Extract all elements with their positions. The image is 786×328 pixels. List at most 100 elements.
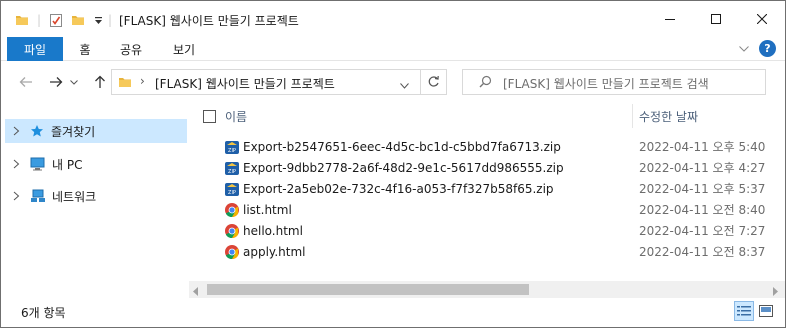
new-folder-icon[interactable] <box>71 11 85 29</box>
pc-icon <box>30 157 45 171</box>
up-button[interactable] <box>89 71 111 93</box>
list-item[interactable]: hello.html 2022-04-11 오전 7:27 <box>189 220 769 241</box>
arrow-up-icon <box>95 75 105 88</box>
large-icons-view-icon <box>759 305 773 317</box>
file-name: list.html <box>243 202 292 217</box>
divider <box>420 70 421 94</box>
scroll-left-arrow[interactable] <box>193 285 199 299</box>
file-list: 이름 수정한 날짜 ZIP Export-b2547651-6eec-4d5c-… <box>189 102 785 298</box>
tab-file[interactable]: 파일 <box>7 37 63 61</box>
help-button[interactable]: ? <box>759 40 776 57</box>
svg-text:ZIP: ZIP <box>228 169 236 175</box>
maximize-button[interactable] <box>693 1 739 37</box>
sidebar-item-this-pc[interactable]: 내 PC <box>5 152 187 176</box>
expand-ribbon-button[interactable] <box>735 37 753 61</box>
sidebar-item-favorites[interactable]: 즐겨찾기 <box>5 119 187 143</box>
back-button[interactable] <box>15 71 37 93</box>
horizontal-scrollbar[interactable] <box>189 281 785 298</box>
chevron-down-icon <box>739 46 749 52</box>
file-date: 2022-04-11 오전 7:27 <box>639 224 766 238</box>
scrollbar-thumb[interactable] <box>207 284 529 295</box>
scroll-right-icon <box>773 287 778 296</box>
file-date: 2022-04-11 오후 4:27 <box>639 161 766 175</box>
zip-icon: ZIP <box>225 161 239 175</box>
title-bar: | | [FLASK] 웹사이트 만들기 프로젝트 <box>1 1 785 37</box>
chrome-icon <box>225 223 239 238</box>
file-name: hello.html <box>243 223 303 238</box>
separator: | <box>37 13 42 27</box>
file-name: Export-2a5eb02e-732c-4f16-a053-f7f327b58… <box>243 181 554 196</box>
close-button[interactable] <box>739 1 785 37</box>
search-icon <box>479 75 492 91</box>
address-bar[interactable]: › [FLASK] 웹사이트 만들기 프로젝트 <box>111 69 447 95</box>
sidebar-item-label: 내 PC <box>52 157 83 172</box>
chevron-down-icon <box>400 83 409 89</box>
folder-icon <box>118 75 132 92</box>
sidebar-item-network[interactable]: 네트워크 <box>5 184 187 208</box>
breadcrumb[interactable]: [FLASK] 웹사이트 만들기 프로젝트 <box>155 75 335 92</box>
sidebar-item-label: 네트워크 <box>52 189 97 204</box>
sidebar-item-label: 즐겨찾기 <box>51 124 96 139</box>
file-name: Export-9dbb2778-2a6f-48d2-9e1c-5617dd986… <box>243 160 564 175</box>
large-icons-view-button[interactable] <box>758 303 774 319</box>
list-item[interactable]: list.html 2022-04-11 오전 8:40 <box>189 199 769 220</box>
scroll-left-icon <box>193 287 198 296</box>
chevron-right-icon[interactable] <box>13 191 20 201</box>
file-date: 2022-04-11 오전 8:37 <box>639 245 766 259</box>
recent-locations-button[interactable] <box>67 71 81 93</box>
list-item[interactable]: apply.html 2022-04-11 오전 8:37 <box>189 241 769 262</box>
search-input[interactable]: [FLASK] 웹사이트 만들기 프로젝트 검색 <box>503 75 709 92</box>
search-box[interactable]: [FLASK] 웹사이트 만들기 프로젝트 검색 <box>462 69 766 95</box>
tab-home[interactable]: 홈 <box>67 37 103 61</box>
item-count: 6개 항목 <box>21 306 66 320</box>
column-header-date[interactable]: 수정한 날짜 <box>639 102 779 130</box>
close-icon <box>757 14 767 24</box>
ribbon: 파일 홈 공유 보기 ? <box>1 37 785 61</box>
refresh-button[interactable] <box>427 75 440 91</box>
tab-view[interactable]: 보기 <box>161 37 207 61</box>
select-all-checkbox[interactable] <box>203 102 216 130</box>
scroll-right-arrow[interactable] <box>772 285 778 299</box>
customize-quick-access-icon[interactable] <box>94 11 103 29</box>
chevron-right-icon[interactable] <box>13 159 20 169</box>
arrow-left-icon <box>19 77 32 87</box>
list-item[interactable]: ZIP Export-b2547651-6eec-4d5c-bc1d-c5bbd… <box>189 136 769 157</box>
arrow-right-icon <box>50 77 63 87</box>
navigation-bar: › [FLASK] 웹사이트 만들기 프로젝트 [FLASK] 웹사이트 만들기… <box>1 61 785 102</box>
maximize-icon <box>711 14 721 24</box>
file-date: 2022-04-11 오전 8:40 <box>639 203 766 217</box>
file-date: 2022-04-11 오후 5:37 <box>639 182 766 196</box>
window-title: [FLASK] 웹사이트 만들기 프로젝트 <box>119 14 299 28</box>
minimize-icon <box>665 19 675 20</box>
tab-share[interactable]: 공유 <box>109 37 153 61</box>
list-item[interactable]: ZIP Export-2a5eb02e-732c-4f16-a053-f7f32… <box>189 178 769 199</box>
refresh-icon <box>428 75 439 87</box>
network-icon <box>31 189 45 202</box>
file-name: apply.html <box>243 244 306 259</box>
column-header-name[interactable]: 이름 <box>225 102 629 130</box>
chrome-icon <box>225 202 239 217</box>
chevron-right-icon[interactable] <box>13 126 20 136</box>
address-history-button[interactable] <box>400 78 409 92</box>
separator: | <box>108 13 113 27</box>
svg-text:ZIP: ZIP <box>228 148 236 154</box>
list-item[interactable]: ZIP Export-9dbb2778-2a6f-48d2-9e1c-5617d… <box>189 157 769 178</box>
zip-icon: ZIP <box>225 182 239 196</box>
svg-text:ZIP: ZIP <box>228 190 236 196</box>
status-bar: 6개 항목 <box>1 298 785 327</box>
breadcrumb-separator[interactable]: › <box>140 74 145 88</box>
forward-button[interactable] <box>45 71 67 93</box>
explorer-window: | | [FLASK] 웹사이트 만들기 프로젝트 파일 홈 공유 보기 ? ›… <box>0 0 786 328</box>
folder-icon <box>15 11 29 29</box>
minimize-button[interactable] <box>647 1 693 37</box>
details-view-button[interactable] <box>734 301 754 321</box>
zip-icon: ZIP <box>225 140 239 154</box>
details-view-icon <box>737 306 751 316</box>
properties-icon[interactable] <box>49 11 63 29</box>
column-divider[interactable] <box>632 104 633 128</box>
navigation-pane: 즐겨찾기 내 PC 네트워크 <box>1 102 189 298</box>
file-name: Export-b2547651-6eec-4d5c-bc1d-c5bbd7fa6… <box>243 139 561 154</box>
file-date: 2022-04-11 오후 5:40 <box>639 140 766 154</box>
star-icon <box>31 125 43 137</box>
chevron-down-icon <box>70 79 78 85</box>
